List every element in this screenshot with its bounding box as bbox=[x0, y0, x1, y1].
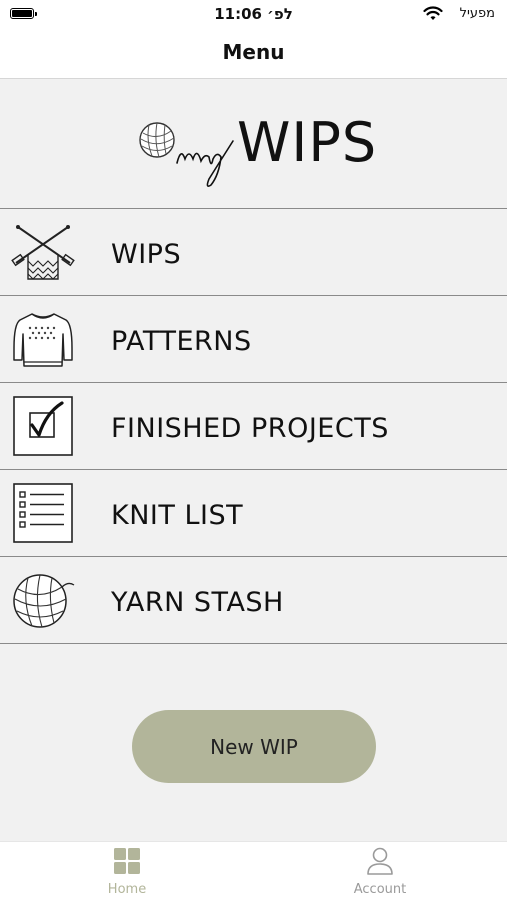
menu-item-label: KNIT LIST bbox=[111, 500, 244, 531]
menu-item-label: WIPS bbox=[111, 239, 182, 270]
menu-item-yarn-stash[interactable]: YARN STASH bbox=[0, 557, 507, 644]
grid-icon bbox=[114, 848, 140, 874]
logo-script-my bbox=[176, 140, 234, 187]
menu-item-finished-projects[interactable]: FINISHED PROJECTS bbox=[0, 383, 507, 470]
person-icon bbox=[367, 847, 393, 875]
sweater-icon bbox=[13, 313, 73, 367]
yarn-ball-icon bbox=[13, 574, 75, 628]
menu-item-patterns[interactable]: PATTERNS bbox=[0, 296, 507, 383]
nav-bar: Menu bbox=[0, 30, 507, 79]
tab-account[interactable]: Account bbox=[340, 846, 420, 897]
menu-item-knit-list[interactable]: KNIT LIST bbox=[0, 470, 507, 557]
menu-item-label: YARN STASH bbox=[111, 587, 284, 618]
tab-label: Home bbox=[107, 882, 147, 897]
wifi-icon bbox=[423, 6, 443, 20]
main-content: WIPS WIPS PATTERNS FINISHED PROJECTS KNI… bbox=[0, 79, 507, 841]
knitting-needles-icon bbox=[11, 225, 75, 280]
checkbox-icon bbox=[13, 396, 73, 456]
logo-wordmark: WIPS bbox=[237, 111, 378, 174]
list-icon bbox=[13, 483, 73, 543]
app-logo: WIPS bbox=[135, 99, 385, 189]
menu-list: WIPS PATTERNS FINISHED PROJECTS KNIT LIS… bbox=[0, 208, 507, 644]
tab-label: Account bbox=[353, 882, 407, 897]
tab-home[interactable]: Home bbox=[87, 846, 167, 897]
menu-item-label: PATTERNS bbox=[111, 326, 252, 357]
page-title: Menu bbox=[222, 40, 285, 64]
menu-item-wips[interactable]: WIPS bbox=[0, 209, 507, 296]
new-wip-button[interactable]: New WIP bbox=[132, 710, 376, 783]
carrier-label: מפעיל bbox=[459, 6, 495, 21]
yarn-ball-logo-icon bbox=[139, 122, 175, 158]
tab-bar: Home Account bbox=[0, 841, 507, 901]
menu-item-label: FINISHED PROJECTS bbox=[111, 413, 389, 444]
status-bar: 11:06 לפ׳ מפעיל bbox=[0, 0, 507, 30]
